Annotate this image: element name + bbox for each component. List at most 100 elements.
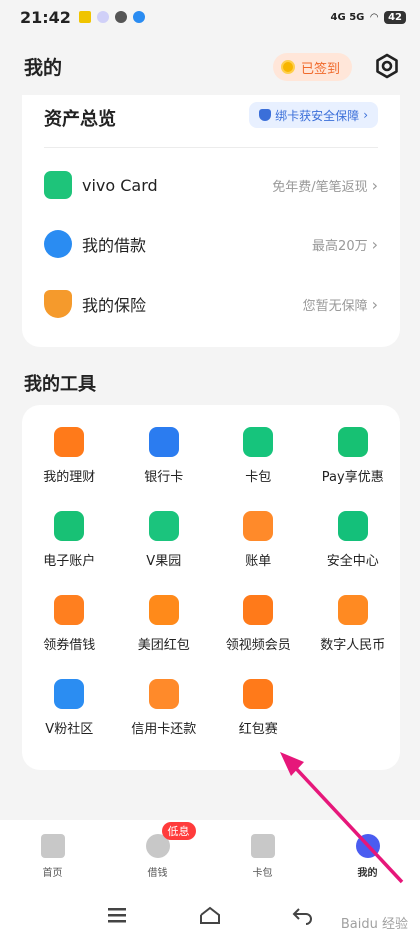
tool-orchard[interactable]: V果园 [117, 511, 212, 569]
tool-label: Pay享优惠 [321, 470, 384, 485]
tool-label: 银行卡 [144, 470, 184, 485]
orchard-icon [148, 511, 179, 541]
chevron-right-icon: › [371, 294, 378, 314]
compass-icon [114, 11, 127, 23]
tool-label: 卡包 [245, 470, 272, 485]
asset-overview-card: 资产总览 绑卡获安全保障 › vivo Card 免年费/笔笔返现 › 我的借款… [22, 95, 400, 347]
pay-discount-icon [337, 427, 368, 457]
tool-wealth[interactable]: 我的理财 [22, 427, 117, 485]
video-vip-icon [243, 595, 274, 625]
signin-button[interactable]: 已签到 [272, 53, 352, 81]
app-icon [96, 11, 109, 23]
tool-bill[interactable]: 账单 [211, 511, 306, 569]
asset-row-hint: 最高20万 [312, 238, 368, 254]
battery-level: 42 [384, 10, 406, 24]
settings-icon[interactable] [374, 53, 400, 79]
coin-icon [280, 60, 295, 74]
e-account-icon [54, 511, 85, 541]
chevron-right-icon: › [371, 234, 378, 254]
nav-home[interactable]: 首页 [13, 834, 93, 879]
tool-label: 美团红包 [137, 638, 190, 653]
bank-card-icon [148, 427, 179, 457]
asset-row-vivo-card[interactable]: vivo Card 免年费/笔笔返现 › [44, 165, 378, 205]
tool-label: V果园 [146, 554, 182, 569]
asset-row-loan[interactable]: 我的借款 最高20万 › [44, 224, 378, 264]
browser-icon [132, 11, 145, 23]
digital-rmb-icon [337, 595, 368, 625]
tool-meituan[interactable]: 美团红包 [117, 595, 212, 653]
nav-label: 借钱 [147, 868, 168, 879]
bill-icon [243, 511, 274, 541]
card-pack-icon [243, 427, 274, 457]
status-indicators: 4G 5G ◠ 42 [330, 10, 406, 24]
tool-red-packet[interactable]: 红包赛 [211, 679, 306, 737]
red-packet-icon [243, 679, 274, 709]
tool-label: 数字人民币 [320, 638, 386, 653]
credit-repay-icon [148, 679, 179, 709]
nav-wallet[interactable]: 卡包 [223, 834, 303, 879]
tool-label: 我的理财 [43, 470, 96, 485]
loan-icon [44, 230, 72, 258]
chevron-right-icon: › [363, 108, 368, 122]
divider [44, 147, 378, 148]
status-bar: 21:42 4G 5G ◠ 42 [0, 0, 420, 34]
tool-label: 领视频会员 [225, 638, 291, 653]
tools-grid: 我的理财 银行卡 卡包 Pay享优惠电子账户 V果园 账单 安全中心领券借钱 美团红包 领视频会… [22, 427, 400, 737]
tool-e-account[interactable]: 电子账户 [22, 511, 117, 569]
profile-icon [355, 834, 380, 858]
nav-borrow[interactable]: 低息 借钱 [118, 822, 198, 879]
tool-card-pack[interactable]: 卡包 [211, 427, 306, 485]
tool-pay-discount[interactable]: Pay享优惠 [306, 427, 401, 485]
nav-label: 首页 [42, 868, 63, 879]
bind-card-button[interactable]: 绑卡获安全保障 › [249, 102, 378, 128]
insurance-icon [44, 290, 72, 318]
back-icon[interactable] [291, 905, 315, 925]
nav-label: 我的 [357, 868, 378, 879]
tool-label: 账单 [245, 554, 272, 569]
bottom-nav: 首页 低息 借钱 卡包 我的 [0, 820, 420, 890]
menu-icon[interactable] [105, 905, 129, 925]
tool-label: 信用卡还款 [131, 722, 197, 737]
tool-bank-card[interactable]: 银行卡 [117, 427, 212, 485]
nav-profile[interactable]: 我的 [328, 834, 408, 879]
tool-label: 安全中心 [326, 554, 379, 569]
card-icon [44, 171, 72, 199]
page-title: 我的 [24, 56, 63, 79]
tool-digital-rmb[interactable]: 数字人民币 [306, 595, 401, 653]
coupon-icon [54, 595, 85, 625]
asset-overview-title: 资产总览 [44, 109, 116, 130]
status-time: 21:42 [20, 7, 71, 27]
asset-row-label: 我的借款 [82, 236, 147, 255]
shield-icon [259, 109, 272, 121]
tool-community[interactable]: V粉社区 [22, 679, 117, 737]
bind-card-label: 绑卡获安全保障 [275, 108, 360, 123]
home-icon [40, 834, 65, 858]
home-button-icon[interactable] [198, 905, 222, 925]
asset-row-label: 我的保险 [82, 296, 147, 315]
tools-section-title: 我的工具 [24, 374, 96, 395]
tool-label: 电子账户 [43, 554, 96, 569]
notification-icon [78, 11, 91, 23]
tool-credit-repay[interactable]: 信用卡还款 [117, 679, 212, 737]
asset-row-hint: 免年费/笔笔返现 [272, 179, 368, 195]
wallet-icon [250, 834, 275, 858]
network-text: 4G 5G [330, 11, 365, 23]
tool-label: V粉社区 [45, 722, 94, 737]
tools-card: 我的理财 银行卡 卡包 Pay享优惠电子账户 V果园 账单 安全中心领券借钱 美团红包 领视频会… [22, 405, 400, 770]
signin-label: 已签到 [300, 61, 340, 77]
asset-row-insurance[interactable]: 我的保险 您暂无保障 › [44, 284, 378, 324]
asset-row-label: vivo Card [82, 175, 158, 195]
tool-coupon[interactable]: 领券借钱 [22, 595, 117, 653]
asset-row-hint: 您暂无保障 [302, 298, 368, 314]
wealth-icon [54, 427, 85, 457]
tool-security[interactable]: 安全中心 [306, 511, 401, 569]
chevron-right-icon: › [371, 175, 378, 195]
page-header: 我的 已签到 [0, 44, 420, 88]
watermark: Baidu 经验 [340, 917, 408, 932]
community-icon [54, 679, 85, 709]
security-icon [337, 511, 368, 541]
tool-video-vip[interactable]: 领视频会员 [211, 595, 306, 653]
tool-label: 红包赛 [238, 722, 278, 737]
nav-badge: 低息 [161, 822, 196, 840]
meituan-icon [148, 595, 179, 625]
